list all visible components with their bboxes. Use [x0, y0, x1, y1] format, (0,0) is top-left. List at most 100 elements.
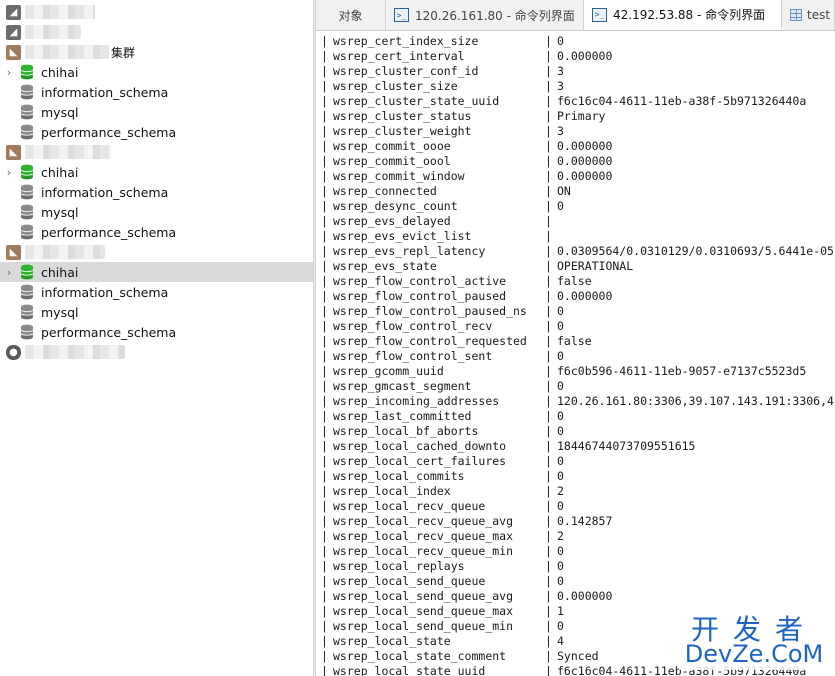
result-row: | wsrep_local_bf_aborts | 0 [316, 424, 835, 439]
column-separator: | [321, 649, 328, 663]
column-separator: | [545, 364, 552, 378]
tab-console-120[interactable]: >_ 120.26.161.80 - 命令列界面 [386, 0, 584, 30]
connection-5[interactable]: ◣ [0, 242, 313, 262]
result-row: | wsrep_commit_oool | 0.000000 [316, 154, 835, 169]
database-item-performance-schema[interactable]: performance_schema [0, 122, 313, 142]
column-separator: | [545, 304, 552, 318]
console-output[interactable]: | wsrep_cert_index_size | 0 | wsrep_cert_inte… [316, 31, 835, 676]
database-item-performance-schema[interactable]: performance_schema [0, 222, 313, 242]
column-separator: | [545, 139, 552, 153]
variable-value: false [557, 334, 592, 348]
variable-value: 0.000000 [557, 49, 613, 63]
column-separator: | [545, 619, 552, 633]
column-separator: | [545, 469, 552, 483]
variable-name: wsrep_flow_control_active [333, 274, 507, 288]
column-separator: | [321, 289, 328, 303]
connection-3[interactable]: ◣ 集群 [0, 42, 313, 62]
database-icon [20, 284, 34, 300]
chevron-right-icon[interactable]: › [4, 66, 14, 79]
variable-name: wsrep_local_state_uuid [333, 664, 486, 676]
variable-name: wsrep_flow_control_requested [333, 334, 527, 348]
database-item-performance-schema[interactable]: performance_schema [0, 322, 313, 342]
column-separator: | [545, 499, 552, 513]
database-item-information-schema[interactable]: information_schema [0, 282, 313, 302]
mongodb-connection-icon: ● [6, 344, 21, 360]
connection-6[interactable]: ● [0, 342, 313, 362]
connection-2[interactable]: ◢ [0, 22, 313, 42]
variable-value: 0 [557, 559, 564, 573]
column-separator: | [321, 439, 328, 453]
database-item-mysql[interactable]: mysql [0, 302, 313, 322]
column-separator: | [321, 469, 328, 483]
terminal-icon: >_ [394, 8, 409, 22]
terminal-icon: >_ [592, 7, 607, 22]
database-item-chihai-selected[interactable]: › chihai [0, 262, 313, 282]
variable-name: wsrep_flow_control_recv [333, 319, 493, 333]
database-label: performance_schema [41, 124, 177, 140]
column-separator: | [545, 379, 552, 393]
blurred-connection-name [25, 25, 81, 39]
column-separator: | [321, 34, 328, 48]
variable-name: wsrep_evs_delayed [333, 214, 451, 228]
blurred-connection-name [25, 345, 125, 359]
variable-value: 0 [557, 349, 564, 363]
variable-name: wsrep_evs_state [333, 259, 437, 273]
variable-value: f6c16c04-4611-11eb-a38f-5b971326440a [557, 94, 807, 108]
result-row: | wsrep_flow_control_requested | false [316, 334, 835, 349]
database-item-information-schema[interactable]: information_schema [0, 82, 313, 102]
database-item-mysql[interactable]: mysql [0, 202, 313, 222]
column-separator: | [321, 574, 328, 588]
result-row: | wsrep_last_committed | 0 [316, 409, 835, 424]
database-item-chihai[interactable]: › chihai [0, 162, 313, 182]
variable-name: wsrep_local_state [333, 634, 451, 648]
column-separator: | [321, 379, 328, 393]
tab-console-42-active[interactable]: >_ 42.192.53.88 - 命令列界面 [584, 0, 782, 30]
column-separator: | [545, 334, 552, 348]
database-icon [20, 104, 34, 120]
column-separator: | [321, 244, 328, 258]
connection-1[interactable]: ◢ [0, 2, 313, 22]
column-separator: | [545, 424, 552, 438]
column-separator: | [545, 409, 552, 423]
chevron-right-icon[interactable]: › [4, 266, 14, 279]
navigator-panel: ◢ ◢ ◣ 集群 › chihai information_schema mys… [0, 0, 313, 676]
tab-objects[interactable]: 对象 [316, 0, 386, 30]
column-separator: | [545, 214, 552, 228]
column-separator: | [545, 109, 552, 123]
column-separator: | [321, 154, 328, 168]
variable-value: 1 [557, 604, 564, 618]
column-separator: | [545, 454, 552, 468]
mysql-connection-icon: ◣ [6, 144, 21, 160]
result-row: | wsrep_local_recv_queue_avg | 0.142857 [316, 514, 835, 529]
column-separator: | [321, 499, 328, 513]
result-row: | wsrep_cluster_status | Primary [316, 109, 835, 124]
column-separator: | [545, 244, 552, 258]
blurred-connection-name [25, 245, 105, 259]
result-row: | wsrep_local_send_queue | 0 [316, 574, 835, 589]
variable-name: wsrep_commit_oool [333, 154, 451, 168]
database-item-mysql[interactable]: mysql [0, 102, 313, 122]
variable-name: wsrep_cert_index_size [333, 34, 479, 48]
column-separator: | [321, 259, 328, 273]
variable-value: 0 [557, 544, 564, 558]
tab-label: 42.192.53.88 - 命令列界面 [613, 8, 766, 22]
variable-name: wsrep_local_state_comment [333, 649, 507, 663]
database-item-information-schema[interactable]: information_schema [0, 182, 313, 202]
connection-4[interactable]: ◣ [0, 142, 313, 162]
chevron-right-icon[interactable]: › [4, 166, 14, 179]
result-row: | wsrep_cluster_size | 3 [316, 79, 835, 94]
database-open-icon [20, 264, 34, 280]
variable-value: 3 [557, 79, 564, 93]
tab-test[interactable]: test [782, 0, 835, 30]
column-separator: | [545, 664, 552, 676]
variable-value: ON [557, 184, 571, 198]
column-separator: | [321, 664, 328, 676]
variable-value: 0.0309564/0.0310129/0.0310693/5.6441e-05 [557, 244, 834, 258]
variable-value: OPERATIONAL [557, 259, 634, 273]
column-separator: | [545, 544, 552, 558]
variable-value: 120.26.161.80:3306,39.107.143.191:3306,4 [557, 394, 834, 408]
variable-value: 4 [557, 634, 564, 648]
database-item-chihai[interactable]: › chihai [0, 62, 313, 82]
variable-value: 0 [557, 379, 564, 393]
database-label: mysql [41, 204, 79, 220]
